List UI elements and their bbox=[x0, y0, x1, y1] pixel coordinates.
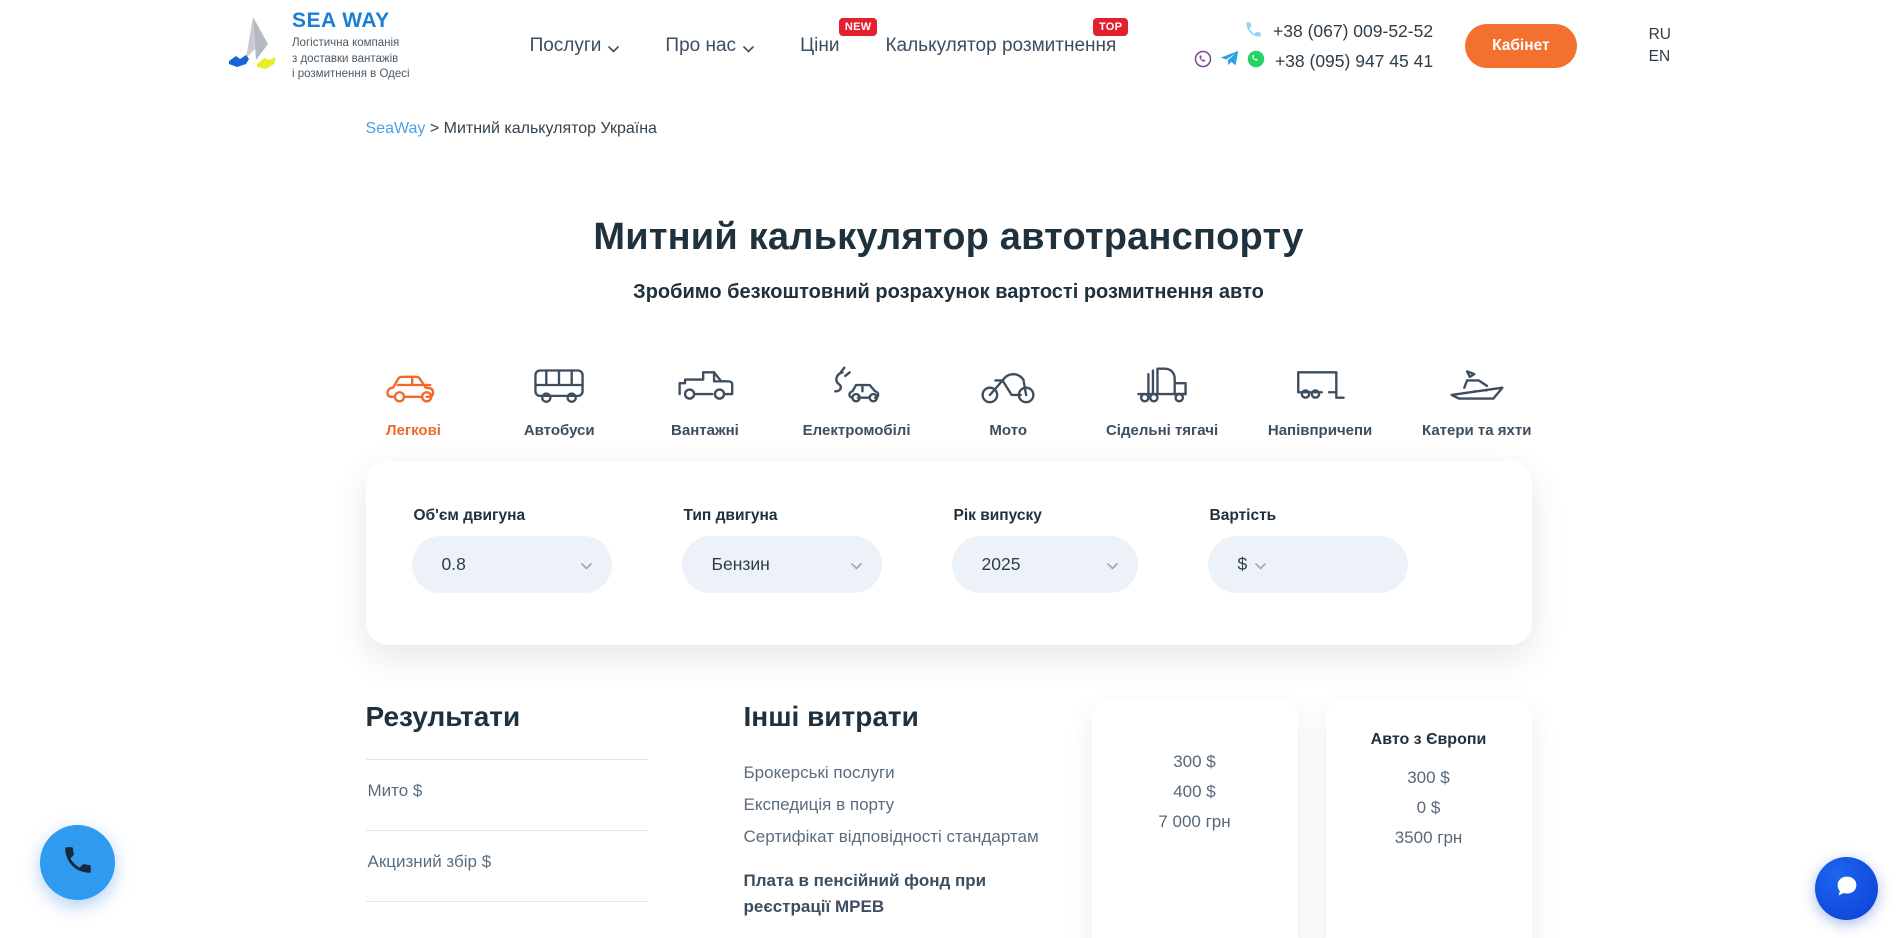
result-excise: Акцизний збір $ bbox=[366, 830, 648, 901]
cost-card-generic: 300 $ 400 $ 7 000 грн bbox=[1092, 701, 1298, 938]
currency-selector[interactable]: $ bbox=[1238, 554, 1248, 575]
cost-item-broker: Брокерські послуги bbox=[744, 757, 1074, 789]
electric-car-icon bbox=[828, 364, 886, 406]
chevron-down-icon bbox=[743, 37, 754, 59]
cost-card-europe: Авто з Європи 300 $ 0 $ 3500 грн bbox=[1326, 701, 1532, 938]
cost-input[interactable]: $ bbox=[1208, 536, 1408, 593]
results-title: Результати bbox=[366, 701, 648, 733]
engine-volume-select[interactable]: 0.8 bbox=[412, 536, 612, 593]
engine-volume-field: Об'єм двигуна 0.8 bbox=[412, 507, 612, 593]
nav-item-services[interactable]: Послуги bbox=[530, 34, 620, 59]
chat-fab-button[interactable] bbox=[1815, 857, 1878, 920]
chevron-down-icon bbox=[851, 554, 862, 575]
vehicle-type-tabs: Легкові Автобуси Вантажні bbox=[366, 364, 1532, 439]
new-badge: NEW bbox=[839, 18, 878, 36]
tab-semi-trailers[interactable]: Напівпричепи bbox=[1268, 364, 1372, 439]
phone-icon bbox=[61, 843, 95, 882]
lang-en[interactable]: EN bbox=[1649, 48, 1671, 66]
call-fab-button[interactable] bbox=[40, 825, 115, 900]
other-costs-section: Інші витрати Брокерські послуги Експедиц… bbox=[744, 701, 1074, 920]
engine-volume-label: Об'єм двигуна bbox=[412, 507, 612, 525]
bus-icon bbox=[530, 364, 588, 406]
breadcrumb-home-link[interactable]: SeaWay bbox=[366, 120, 426, 137]
tab-trucks[interactable]: Вантажні bbox=[657, 364, 753, 439]
cabinet-button[interactable]: Кабінет bbox=[1465, 24, 1577, 68]
trailer-icon bbox=[1291, 364, 1349, 406]
cost-item-pension-fund: Плата в пенсійний фонд при реєстрації МР… bbox=[744, 868, 1029, 920]
tab-semi-trucks[interactable]: Сідельні тягачі bbox=[1106, 364, 1218, 439]
tab-buses[interactable]: Автобуси bbox=[511, 364, 607, 439]
page-title: Митний калькулятор автотранспорту bbox=[366, 216, 1532, 259]
tab-cars[interactable]: Легкові bbox=[366, 364, 462, 439]
logo-tagline: Логістична компанія з доставки вантажів … bbox=[292, 36, 410, 83]
breadcrumb: SeaWay > Митний калькулятор Україна bbox=[366, 92, 1532, 138]
breadcrumb-current: Митний калькулятор Україна bbox=[444, 120, 657, 137]
truck-icon bbox=[676, 364, 734, 406]
tab-boats-yachts[interactable]: Катери та яхти bbox=[1422, 364, 1531, 439]
nav-item-customs-calculator[interactable]: Калькулятор розмитнення TOP bbox=[885, 35, 1116, 57]
year-label: Рік випуску bbox=[952, 507, 1138, 525]
page-subtitle: Зробимо безкоштовний розрахунок вартості… bbox=[366, 281, 1532, 304]
result-duty: Мито $ bbox=[366, 759, 648, 830]
chevron-down-icon bbox=[608, 37, 619, 59]
phone-icon bbox=[1244, 20, 1263, 44]
chevron-down-icon bbox=[1107, 554, 1118, 575]
logo-title: SEA WAY bbox=[292, 9, 410, 33]
year-field: Рік випуску 2025 bbox=[952, 507, 1138, 593]
paper-boat-logo-icon bbox=[226, 14, 278, 77]
year-select[interactable]: 2025 bbox=[952, 536, 1138, 593]
yacht-icon bbox=[1448, 364, 1506, 406]
whatsapp-icon[interactable] bbox=[1247, 50, 1265, 73]
site-header: SEA WAY Логістична компанія з доставки в… bbox=[0, 0, 1897, 92]
nav-item-prices[interactable]: Ціни NEW bbox=[800, 35, 839, 57]
cost-field: Вартість $ bbox=[1208, 507, 1408, 593]
top-badge: TOP bbox=[1093, 18, 1128, 36]
chat-bubble-icon bbox=[1832, 871, 1862, 906]
telegram-icon[interactable] bbox=[1220, 50, 1239, 72]
lang-ru[interactable]: RU bbox=[1649, 26, 1671, 44]
header-contacts: +38 (067) 009-52-52 +38 (095) 947 45 41 bbox=[1194, 20, 1433, 73]
chevron-down-icon bbox=[581, 554, 592, 575]
car-icon bbox=[385, 364, 443, 406]
calculator-form: Об'єм двигуна 0.8 Тип двигуна Бензин Рік… bbox=[366, 461, 1532, 645]
phone-number-2[interactable]: +38 (095) 947 45 41 bbox=[1275, 51, 1433, 72]
phone-number-1[interactable]: +38 (067) 009-52-52 bbox=[1273, 21, 1433, 42]
engine-type-field: Тип двигуна Бензин bbox=[682, 507, 882, 593]
chevron-down-icon bbox=[1255, 554, 1266, 575]
tab-electric-cars[interactable]: Електромобілі bbox=[803, 364, 911, 439]
engine-type-label: Тип двигуна bbox=[682, 507, 882, 525]
cost-item-port: Експедиція в порту bbox=[744, 789, 1074, 821]
viber-icon[interactable] bbox=[1194, 50, 1212, 73]
results-section: Результати Мито $ Акцизний збір $ bbox=[366, 701, 648, 911]
nav-item-about[interactable]: Про нас bbox=[665, 34, 754, 59]
main-nav: Послуги Про нас Ціни NEW Калькулятор роз… bbox=[530, 34, 1117, 59]
logo[interactable]: SEA WAY Логістична компанія з доставки в… bbox=[226, 9, 410, 83]
cost-label: Вартість bbox=[1208, 507, 1408, 525]
tab-motorcycles[interactable]: Мото bbox=[960, 364, 1056, 439]
other-costs-title: Інші витрати bbox=[744, 701, 1074, 733]
cost-item-certificate: Сертифікат відповідності стандартам bbox=[744, 821, 1074, 853]
card-title-europe: Авто з Європи bbox=[1342, 731, 1516, 751]
motorcycle-icon bbox=[979, 364, 1037, 406]
engine-type-select[interactable]: Бензин bbox=[682, 536, 882, 593]
semi-truck-icon bbox=[1133, 364, 1191, 406]
divider bbox=[366, 901, 648, 911]
language-switcher: RU EN bbox=[1649, 26, 1671, 66]
